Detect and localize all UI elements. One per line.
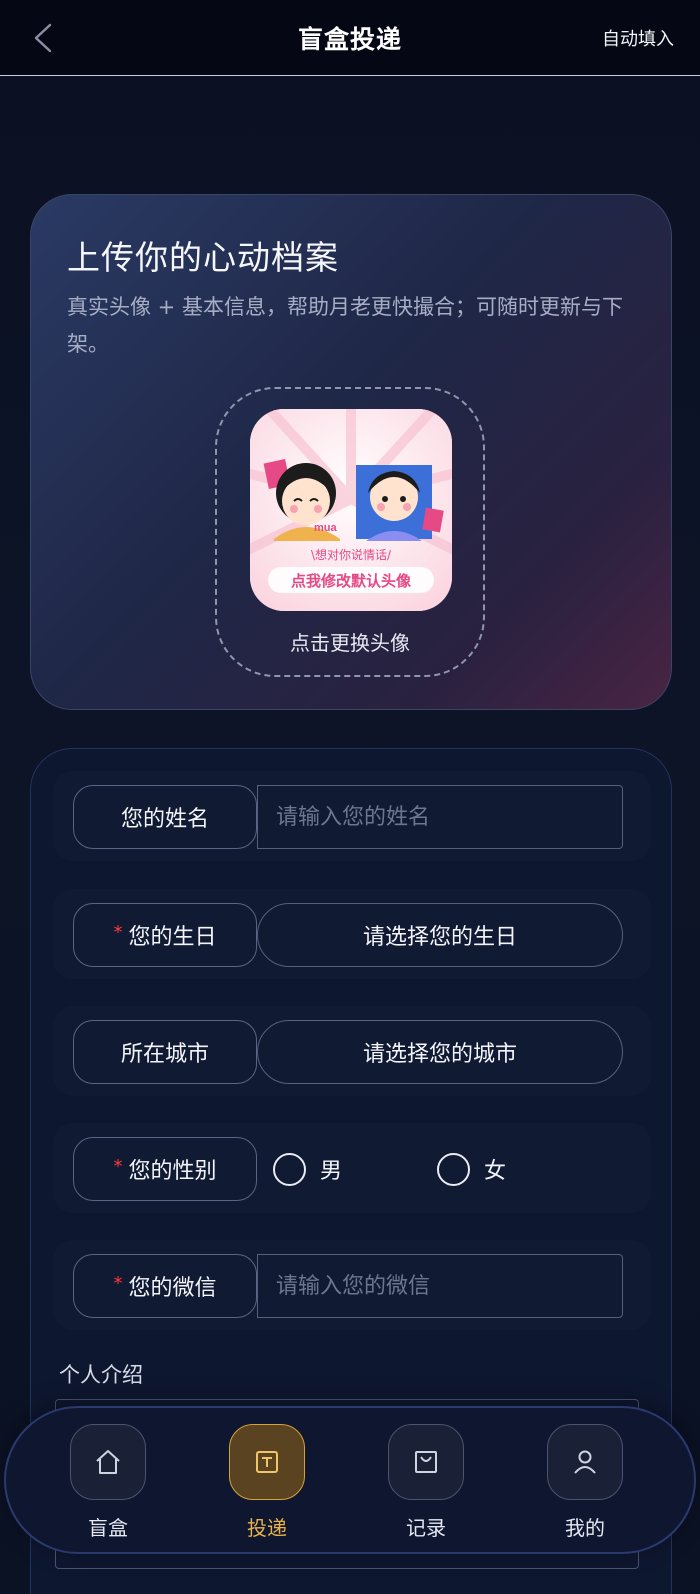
name-label: 您的姓名 xyxy=(73,785,257,849)
gender-option-female-label: 女 xyxy=(484,1159,507,1184)
name-row: 您的姓名 xyxy=(53,771,651,861)
avatar-sticker-text: mua xyxy=(314,522,338,534)
wechat-label-text: 您的微信 xyxy=(128,1276,217,1301)
home-icon xyxy=(96,1450,120,1474)
default-avatar-image[interactable]: mua \想对你说情话/ 点我修改默认头像 xyxy=(250,409,452,611)
bottom-tab-bar: 盲盒 投递 记录 我的 xyxy=(4,1406,696,1554)
user-icon xyxy=(574,1450,596,1474)
tab-icon-box xyxy=(229,1424,305,1500)
tab-icon-box xyxy=(547,1424,623,1500)
tab-label: 盲盒 xyxy=(88,1516,128,1540)
birthday-row: * 您的生日 请选择您的生日 xyxy=(53,889,651,979)
wechat-input[interactable] xyxy=(257,1254,623,1318)
tab-icon-box xyxy=(70,1424,146,1500)
required-mark: * xyxy=(113,1155,123,1177)
radio-circle-icon[interactable] xyxy=(273,1152,306,1186)
avatar-upload-zone[interactable]: mua \想对你说情话/ 点我修改默认头像 点击更换头像 xyxy=(215,387,485,677)
gender-label-text: 您的性别 xyxy=(128,1159,217,1184)
required-mark: * xyxy=(113,921,123,943)
wechat-row: * 您的微信 xyxy=(53,1240,651,1330)
required-mark: * xyxy=(113,1272,123,1294)
avatar-illustration: mua \想对你说情话/ 点我修改默认头像 xyxy=(250,409,452,611)
gender-option-male-label: 男 xyxy=(320,1159,343,1184)
gender-option-female[interactable]: 女 xyxy=(437,1137,506,1201)
tab-label: 我的 xyxy=(565,1516,605,1540)
intro-label: 个人介绍 xyxy=(59,1363,143,1387)
tab-mine[interactable]: 我的 xyxy=(525,1424,645,1544)
deliver-icon xyxy=(256,1451,278,1473)
tab-label: 投递 xyxy=(247,1516,287,1540)
radio-circle-icon[interactable] xyxy=(437,1152,470,1186)
name-input[interactable] xyxy=(257,785,623,849)
gender-option-male[interactable]: 男 xyxy=(273,1137,342,1201)
card-title: 上传你的心动档案 xyxy=(67,238,339,277)
gender-row: * 您的性别 男 女 xyxy=(53,1123,651,1213)
wechat-label: * 您的微信 xyxy=(73,1254,257,1318)
profile-upload-card: 上传你的心动档案 真实头像 + 基本信息，帮助月老更快撮合；可随时更新与下架。 xyxy=(30,194,672,710)
top-bar: 盲盒投递 自动填入 xyxy=(0,0,700,76)
tab-label: 记录 xyxy=(406,1516,446,1540)
change-avatar-label[interactable]: 点击更换头像 xyxy=(217,627,483,656)
avatar-text-line2: 点我修改默认头像 xyxy=(291,572,412,590)
gender-label: * 您的性别 xyxy=(73,1137,257,1201)
city-label-text: 所在城市 xyxy=(120,1042,209,1067)
avatar-text-line1: \想对你说情话/ xyxy=(311,547,392,562)
name-label-text: 您的姓名 xyxy=(120,807,209,832)
page-title: 盲盒投递 xyxy=(297,25,402,54)
tab-records[interactable]: 记录 xyxy=(366,1424,486,1544)
tab-deliver[interactable]: 投递 xyxy=(207,1424,327,1544)
birthday-picker[interactable]: 请选择您的生日 xyxy=(257,903,623,967)
city-row: 所在城市 请选择您的城市 xyxy=(53,1006,651,1096)
birthday-label-text: 您的生日 xyxy=(128,925,217,950)
page: 盲盒投递 自动填入 上传你的心动档案 真实头像 + 基本信息，帮助月老更快撮合；… xyxy=(0,0,700,1594)
city-label: 所在城市 xyxy=(73,1020,257,1084)
birthday-label: * 您的生日 xyxy=(73,903,257,967)
card-description: 真实头像 + 基本信息，帮助月老更快撮合；可随时更新与下架。 xyxy=(67,295,623,356)
tab-icon-box xyxy=(388,1424,464,1500)
autofill-button[interactable]: 自动填入 xyxy=(602,25,674,51)
tab-blindbox[interactable]: 盲盒 xyxy=(48,1424,168,1544)
city-picker[interactable]: 请选择您的城市 xyxy=(257,1020,623,1084)
bag-icon xyxy=(415,1451,437,1473)
